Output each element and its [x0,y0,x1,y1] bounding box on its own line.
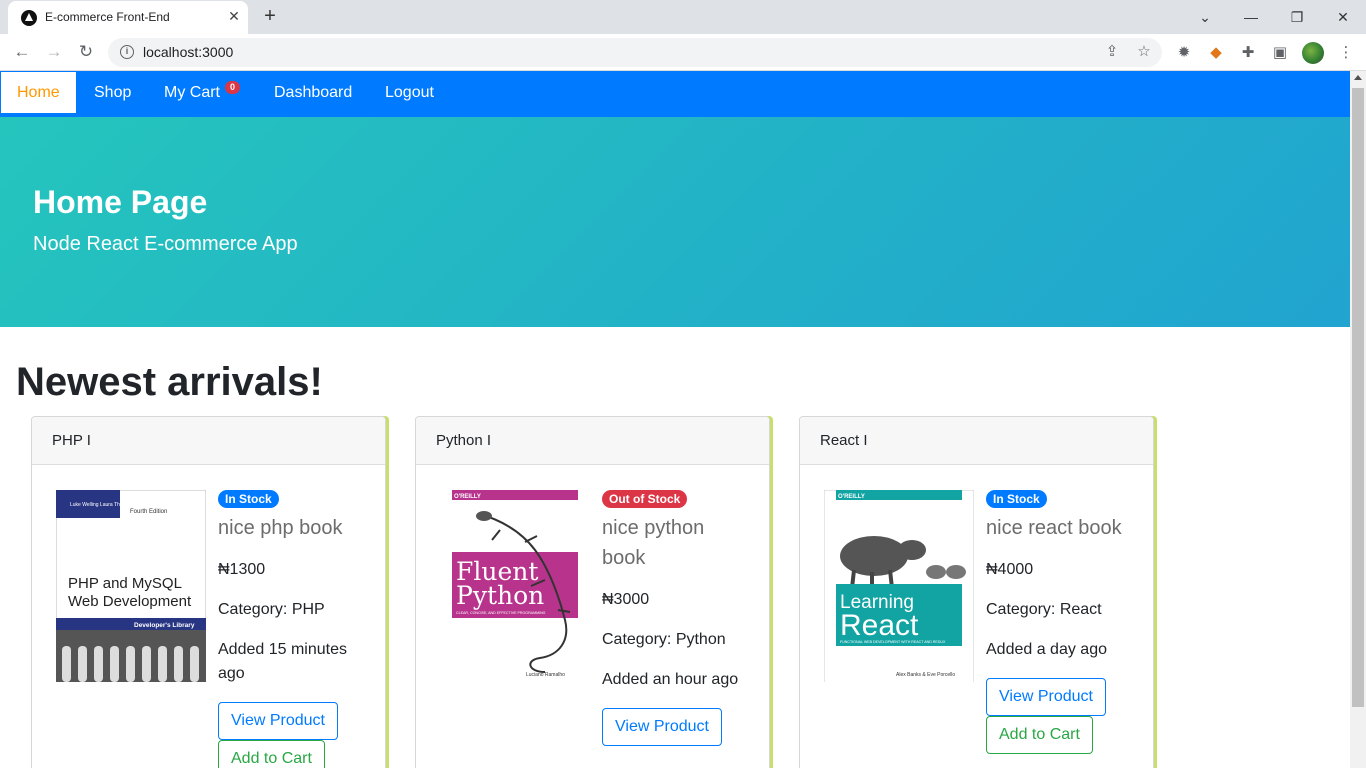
product-card: Python I O'REILLY Fluent Python CLEAR, C… [415,416,770,768]
product-added-time: Added a day ago [986,641,1107,658]
page-scrollbar[interactable] [1350,71,1366,768]
product-price: ₦1300 [218,561,266,578]
product-image[interactable]: O'REILLY Learning React FUNCTIONAL WEB D… [824,490,974,682]
new-tab-icon[interactable]: + [260,6,280,26]
cover-authors: Luke Welling Laura Thomson [70,502,135,508]
nav-my-cart[interactable]: My Cart [148,72,236,113]
tab-title: E-commerce Front-End [45,10,170,24]
address-bar[interactable]: i localhost:3000 ⇪ ☆ [108,38,1162,67]
product-image[interactable]: O'REILLY Fluent Python CLEAR, CONCISE, A… [440,490,590,682]
nav-logout[interactable]: Logout [369,72,450,113]
product-name: nice python book [602,517,705,569]
add-to-cart-button[interactable]: Add to Cart [218,740,325,768]
metamask-fox-icon[interactable]: ◆ [1206,43,1226,63]
product-category: Category: Python [602,631,726,648]
cover-publisher: O'REILLY [838,494,865,500]
nav-dashboard[interactable]: Dashboard [258,72,368,113]
stock-badge: In Stock [986,490,1047,508]
product-price: ₦3000 [602,591,650,608]
product-category: Category: React [986,601,1102,618]
profile-avatar[interactable] [1302,42,1324,64]
view-product-button[interactable]: View Product [986,678,1106,716]
page-subtitle: Node React E-commerce App [33,233,298,255]
main-navbar: Home Shop My Cart 0 Dashboard Logout [0,71,1350,117]
stock-badge: Out of Stock [602,490,688,508]
cover-series: Developer's Library [134,622,195,629]
app-favicon-icon [21,10,37,26]
browser-toolbar: ← → ↻ i localhost:3000 ⇪ ☆ ✹ ◆ ✚ ▣ ⋮ [0,34,1366,71]
side-panel-icon[interactable]: ▣ [1270,43,1290,63]
share-icon[interactable]: ⇪ [1103,43,1121,61]
card-header: Python I [416,417,769,465]
product-added-time: Added an hour ago [602,671,739,688]
forward-icon[interactable]: → [42,40,66,64]
scrollbar-thumb[interactable] [1352,88,1364,707]
cover-title-b: Web Development [68,593,192,610]
product-name: nice react book [986,517,1122,539]
card-header: React I [800,417,1153,465]
card-header-title: Python I [436,432,492,449]
view-product-button[interactable]: View Product [602,708,722,746]
cover-author: Alex Banks & Eve Porcello [896,672,955,678]
back-icon[interactable]: ← [10,40,34,64]
restore-icon[interactable]: ❐ [1274,4,1320,30]
site-info-icon[interactable]: i [120,45,134,59]
browser-tabstrip: E-commerce Front-End ✕ + ⌄ — ❐ ✕ [0,0,1366,34]
product-name: nice php book [218,517,343,539]
url-text[interactable]: localhost:3000 [143,44,233,60]
cover-publisher: O'REILLY [454,494,481,500]
view-product-button[interactable]: View Product [218,702,338,740]
product-price: ₦4000 [986,561,1034,578]
product-image[interactable]: Luke Welling Laura Thomson Fourth Editio… [56,490,206,682]
card-header: PHP I [32,417,385,465]
jumbotron: Home Page Node React E-commerce App [0,117,1350,327]
close-window-icon[interactable]: ✕ [1320,4,1366,30]
cover-tagline: CLEAR, CONCISE, AND EFFECTIVE PROGRAMMIN… [456,611,546,615]
cover-tagline: FUNCTIONAL WEB DEVELOPMENT WITH REACT AN… [840,640,946,644]
page-viewport: Home Shop My Cart 0 Dashboard Logout Hom… [0,71,1350,768]
product-added-time: Added 15 minutes ago [218,641,347,682]
nav-shop[interactable]: Shop [78,72,147,113]
add-to-cart-button[interactable]: Add to Cart [986,716,1093,754]
browser-menu-icon[interactable]: ⋮ [1336,43,1356,63]
minimize-icon[interactable]: — [1228,4,1274,30]
page-title: Home Page [33,184,208,220]
scroll-up-arrow-icon[interactable] [1354,75,1362,80]
product-category: Category: PHP [218,601,325,618]
close-tab-icon[interactable]: ✕ [225,7,243,25]
bug-extension-icon[interactable]: ✹ [1174,43,1194,63]
section-heading: Newest arrivals! [16,360,323,404]
card-header-title: PHP I [52,432,91,449]
product-card: PHP I Luke Welling Laura Thomson Fourth … [31,416,386,768]
card-header-title: React I [820,432,868,449]
cover-title-b: React [840,609,919,642]
product-card: React I O'REILLY Learning React FUNCTION… [799,416,1154,768]
nav-home[interactable]: Home [1,72,76,113]
extensions-puzzle-icon[interactable]: ✚ [1238,43,1258,63]
cover-edition: Fourth Edition [130,509,167,515]
bookmark-star-icon[interactable]: ☆ [1135,43,1153,61]
browser-tab[interactable]: E-commerce Front-End ✕ [8,1,248,34]
cover-title-a: PHP and MySQL [68,575,182,592]
tab-search-icon[interactable]: ⌄ [1182,4,1228,30]
cart-count-badge: 0 [225,81,240,94]
cover-author: Luciano Ramalho [526,672,565,678]
reload-icon[interactable]: ↻ [74,40,98,64]
stock-badge: In Stock [218,490,279,508]
